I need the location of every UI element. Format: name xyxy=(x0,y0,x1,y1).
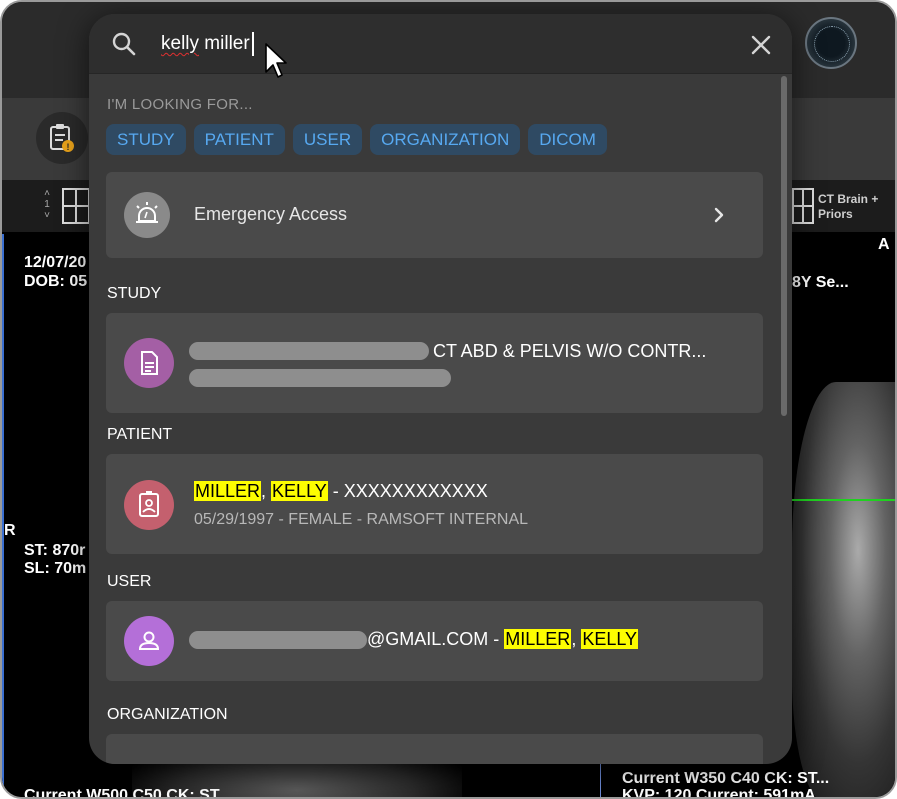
looking-for-label: I'M LOOKING FOR... xyxy=(107,96,253,113)
patient-result-item[interactable]: MILLER, KELLY - XXXXXXXXXXXX 05/29/1997 … xyxy=(106,454,763,554)
overlay-slice-location: SL: 70m xyxy=(24,560,87,577)
highlight-last-name: MILLER xyxy=(194,481,262,501)
highlight-first-name: KELLY xyxy=(581,629,639,649)
chevron-right-icon xyxy=(714,207,724,223)
person-icon xyxy=(124,616,174,666)
name-separator: , xyxy=(571,629,582,649)
overlay-window-right: Current W350 C40 CK: ST... xyxy=(622,770,830,787)
search-input[interactable]: kelly miller xyxy=(161,28,721,60)
chip-study[interactable]: STUDY xyxy=(106,124,186,155)
patient-id: - XXXXXXXXXXXX xyxy=(327,481,488,501)
chip-user[interactable]: USER xyxy=(292,124,363,155)
user-avatar-globe[interactable] xyxy=(805,17,857,69)
search-query-rest: miller xyxy=(199,33,250,54)
layout-spinner[interactable]: ˄ 1 ˅ xyxy=(40,188,54,221)
siren-icon xyxy=(124,192,170,238)
clipboard-icon: ! xyxy=(50,124,74,152)
overlay-slice-thickness: ST: 870r xyxy=(24,542,86,559)
document-icon xyxy=(124,338,174,388)
search-modal: kelly miller I'M LOOKING FOR... STUDY PA… xyxy=(89,14,792,764)
redacted-study-id xyxy=(189,342,429,360)
highlight-first-name: KELLY xyxy=(271,481,328,501)
hanging-protocol-label[interactable]: CT Brain + Priors xyxy=(818,192,878,222)
overlay-window-left: Current W500 C50 CK: ST xyxy=(24,787,220,799)
user-email-line: @GMAIL.COM - MILLER, KELLY xyxy=(367,629,639,650)
layout-grid-icon-right[interactable] xyxy=(792,188,814,224)
chip-patient[interactable]: PATIENT xyxy=(193,124,285,155)
email-domain: @GMAIL.COM - xyxy=(367,629,505,649)
scrollbar[interactable] xyxy=(781,76,787,416)
emergency-access-label: Emergency Access xyxy=(194,204,348,224)
svg-text:!: ! xyxy=(67,142,70,152)
section-heading-patient: PATIENT xyxy=(107,426,173,443)
chip-dicom[interactable]: DICOM xyxy=(528,124,607,155)
name-separator: , xyxy=(261,481,272,501)
worklist-button[interactable]: ! xyxy=(36,112,88,164)
search-icon xyxy=(112,32,136,56)
user-result-item[interactable]: @GMAIL.COM - MILLER, KELLY xyxy=(106,601,763,681)
redacted-study-details xyxy=(189,369,451,387)
id-badge-icon xyxy=(124,480,174,530)
section-heading-study: STUDY xyxy=(107,285,162,302)
filter-chips: STUDY PATIENT USER ORGANIZATION DICOM xyxy=(106,124,607,155)
highlight-last-name: MILLER xyxy=(504,629,572,649)
search-bar: kelly miller xyxy=(89,14,792,74)
patient-details: 05/29/1997 - FEMALE - RAMSOFT INTERNAL xyxy=(194,511,529,528)
section-heading-organization: ORGANIZATION xyxy=(107,706,228,723)
search-query-word: kelly xyxy=(161,33,200,54)
emergency-access-item[interactable]: Emergency Access xyxy=(106,172,763,258)
scan-image-right xyxy=(792,382,895,797)
layout-grid-icon[interactable] xyxy=(62,188,90,224)
close-icon[interactable] xyxy=(749,33,773,57)
patient-name-line: MILLER, KELLY - XXXXXXXXXXXX xyxy=(194,481,488,502)
reference-line xyxy=(792,499,895,501)
section-heading-user: USER xyxy=(107,573,152,590)
app-window: ! ˄ 1 ˅ CT Brain + Priors 12/07/20 DOB: 05… xyxy=(0,0,897,799)
study-result-item[interactable]: CT ABD & PELVIS W/O CONTR... xyxy=(106,313,763,413)
orientation-marker-right: A xyxy=(878,236,890,253)
redacted-email xyxy=(189,631,367,649)
text-caret xyxy=(251,31,254,56)
orientation-marker-left: R xyxy=(4,522,16,539)
overlay-age-right: 8Y Se... xyxy=(792,274,849,291)
mouse-pointer-icon xyxy=(265,43,287,78)
study-title: CT ABD & PELVIS W/O CONTR... xyxy=(433,341,707,361)
layout-spinner-value: 1 xyxy=(44,199,50,210)
overlay-date: 12/07/20 xyxy=(24,254,87,271)
chip-organization[interactable]: ORGANIZATION xyxy=(370,124,521,155)
overlay-kvp-right: KVP: 120 Current: 591mA xyxy=(622,787,816,799)
organization-result-item[interactable] xyxy=(106,734,763,764)
overlay-dob: DOB: 05 xyxy=(24,273,88,290)
